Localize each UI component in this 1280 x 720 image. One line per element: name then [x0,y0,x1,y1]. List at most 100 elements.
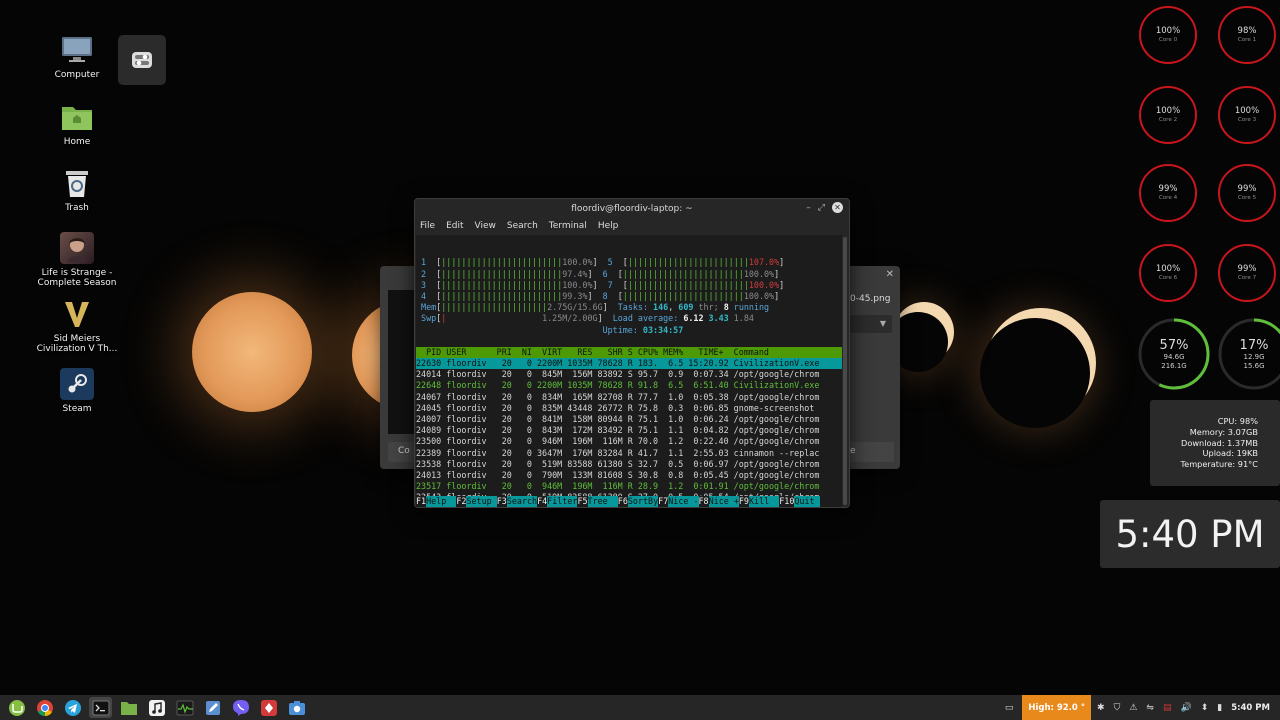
table-row[interactable]: 22648 floordiv 20 0 2200M 1035M 78628 R … [416,380,842,391]
desktop-icon-computer[interactable]: Computer [32,34,122,80]
fkey-help[interactable]: F1 Help [416,495,457,507]
volume-icon[interactable]: 🔊 [1180,703,1191,713]
process-table-header[interactable]: PID USER PRI NI VIRT RES SHR S CPU% MEM%… [416,346,842,359]
menu-button[interactable] [5,697,28,718]
taskbar-telegram[interactable] [61,697,84,718]
desktop-icon-life-is-strange[interactable]: Life is Strange - Complete Season [32,232,122,288]
fkey-tree[interactable]: F5 Tree [577,495,618,507]
window-list-icon[interactable]: ▭ [1005,703,1014,713]
taskbar-files[interactable] [117,697,140,718]
close-icon[interactable]: ✕ [832,202,843,213]
desktop-icon-civilization[interactable]: Sid Meiers Civilization V Th... [32,298,122,354]
usb-icon[interactable]: ⇋ [1146,703,1154,713]
fkey-search[interactable]: F3 Search [496,495,538,507]
temperature-warning-badge[interactable]: High: 92.0 ° [1022,695,1092,720]
shield-icon[interactable]: ⛉ [1114,703,1121,713]
desktop-clock: 5:40 PM [1100,500,1280,568]
table-row[interactable]: 23517 floordiv 20 0 946M 196M 116M R 28.… [416,481,842,492]
wallpaper-sun [192,292,312,412]
menu-terminal[interactable]: Terminal [549,221,587,231]
htop-screen[interactable]: 1 [||||||||||||||||||||||||100.0%] 5 [||… [416,235,842,507]
mint-logo-icon [8,699,25,716]
table-row[interactable]: 24089 floordiv 20 0 843M 172M 83492 R 75… [416,425,842,436]
cpu-bar-row: 3 [||||||||||||||||||||||||100.0%] 7 [||… [421,279,785,290]
close-icon[interactable]: ✕ [886,269,894,280]
swap-row: Swp[| 1.25M/2.00G] Load average: 6.12 3.… [421,313,754,324]
taskbar-system-monitor[interactable] [173,697,196,718]
core-gauge: 100% Core 6 [1139,244,1197,302]
table-row[interactable]: 22389 floordiv 20 0 3647M 176M 83284 R 4… [416,448,842,459]
fkey-quit[interactable]: F10 Quit [779,495,820,507]
folder-dropdown[interactable]: ▼ [850,315,892,333]
table-row[interactable]: 24013 floordiv 20 0 790M 133M 81608 S 30… [416,470,842,481]
fkey-kill[interactable]: F9 Kill [738,495,780,507]
toggle-icon [132,52,152,68]
terminal-scrollbar[interactable] [843,237,847,505]
menu-edit[interactable]: Edit [446,221,463,231]
desktop-icon-trash[interactable]: Trash [32,167,122,213]
terminal-menubar: File Edit View Search Terminal Help [415,218,849,234]
minimize-icon[interactable]: – [806,203,811,213]
taskbar-screenshot[interactable] [285,697,308,718]
table-row[interactable]: 22630 floordiv 20 0 2200M 1035M 78628 R … [416,358,842,370]
camera-icon [288,700,305,715]
desktop-icon-label: Steam [62,404,92,414]
cpu-bar-row: 1 [||||||||||||||||||||||||100.0%] 5 [||… [421,257,785,268]
warning-icon[interactable]: ⚠ [1129,703,1137,713]
core-gauge: 100% Core 2 [1139,86,1197,144]
menu-help[interactable]: Help [598,221,619,231]
bluetooth-icon[interactable]: ✱ [1097,703,1105,713]
terminal-icon [92,700,109,715]
core-gauge: 99% Core 4 [1139,164,1197,222]
core-gauge: 99% Core 7 [1218,244,1276,302]
menu-view[interactable]: View [475,221,496,231]
function-key-bar: F1 Help F2 Setup F3 Search F4 Filter F5 Tree … [416,495,842,507]
desktop-icon-steam[interactable]: Steam [32,368,122,414]
fkey-sortby[interactable]: F6 SortBy [617,495,659,507]
desktop-icon-label: Computer [54,70,100,80]
terminal-titlebar[interactable]: floordiv@floordiv-laptop: ~ – ⤢ ✕ [415,199,849,218]
game-cover-icon [60,232,94,264]
fkey-filter[interactable]: F4 Filter [537,495,578,507]
temperature-stat: Temperature: 91°C [1180,459,1258,470]
terminal-window[interactable]: floordiv@floordiv-laptop: ~ – ⤢ ✕ File E… [414,198,850,508]
keyboard-layout-flag-icon[interactable]: ▤ [1163,703,1172,713]
desktop-icon-label: Home [63,137,91,147]
taskbar-music[interactable] [145,697,168,718]
table-row[interactable]: 24014 floordiv 20 0 845M 156M 83892 S 95… [416,369,842,380]
taskbar-text-editor[interactable] [201,697,224,718]
taskbar-chrome[interactable] [33,697,56,718]
desktop-icon-label: Trash [65,203,89,213]
system-tray: ▭ High: 92.0 ° ✱ ⛉ ⚠ ⇋ ▤ 🔊 ⬍ ▮ 5:40 PM [1005,695,1280,720]
network-icon[interactable]: ⬍ [1201,703,1209,713]
maximize-icon[interactable]: ⤢ [818,203,825,213]
menu-file[interactable]: File [420,221,435,231]
taskbar-terminal[interactable] [89,697,112,718]
desktop-icon-label: Life is Strange - Complete Season [37,268,117,288]
trash-icon [60,167,94,199]
table-row[interactable]: 23538 floordiv 20 0 519M 83588 61380 S 3… [416,459,842,470]
fkey-nice-plus[interactable]: F8 Nice + [698,495,739,507]
power-icon[interactable]: ▮ [1217,703,1222,713]
taskbar-app-red[interactable] [257,697,280,718]
fkey-setup[interactable]: F2 Setup [456,495,497,507]
folder-icon [120,701,137,715]
cpu-bar-row: 2 [||||||||||||||||||||||||97.4%] 6 [|||… [421,268,780,279]
settings-toggle-tile[interactable] [118,35,166,85]
viber-icon [232,699,249,716]
monitor-icon [60,34,94,66]
taskbar-viber[interactable] [229,697,252,718]
table-row[interactable]: 24067 floordiv 20 0 834M 165M 82708 R 77… [416,392,842,403]
table-row[interactable]: 24045 floordiv 20 0 835M 43448 26772 R 7… [416,403,842,414]
desktop-icon-home[interactable]: Home [32,101,122,147]
taskbar-clock[interactable]: 5:40 PM [1231,703,1270,713]
dialog-button-right[interactable]: e [846,442,894,462]
fkey-nice-minus[interactable]: F7 Nice - [658,495,699,507]
table-row[interactable]: 23500 floordiv 20 0 946M 196M 116M R 70.… [416,436,842,447]
table-row[interactable]: 24007 floordiv 20 0 841M 158M 80944 R 75… [416,414,842,425]
core-gauge: 99% Core 5 [1218,164,1276,222]
uptime-row: Uptime: 03:34:57 [602,324,684,335]
menu-search[interactable]: Search [507,221,538,231]
chrome-icon [36,699,53,716]
download-stat: Download: 1.37MB [1181,437,1258,448]
